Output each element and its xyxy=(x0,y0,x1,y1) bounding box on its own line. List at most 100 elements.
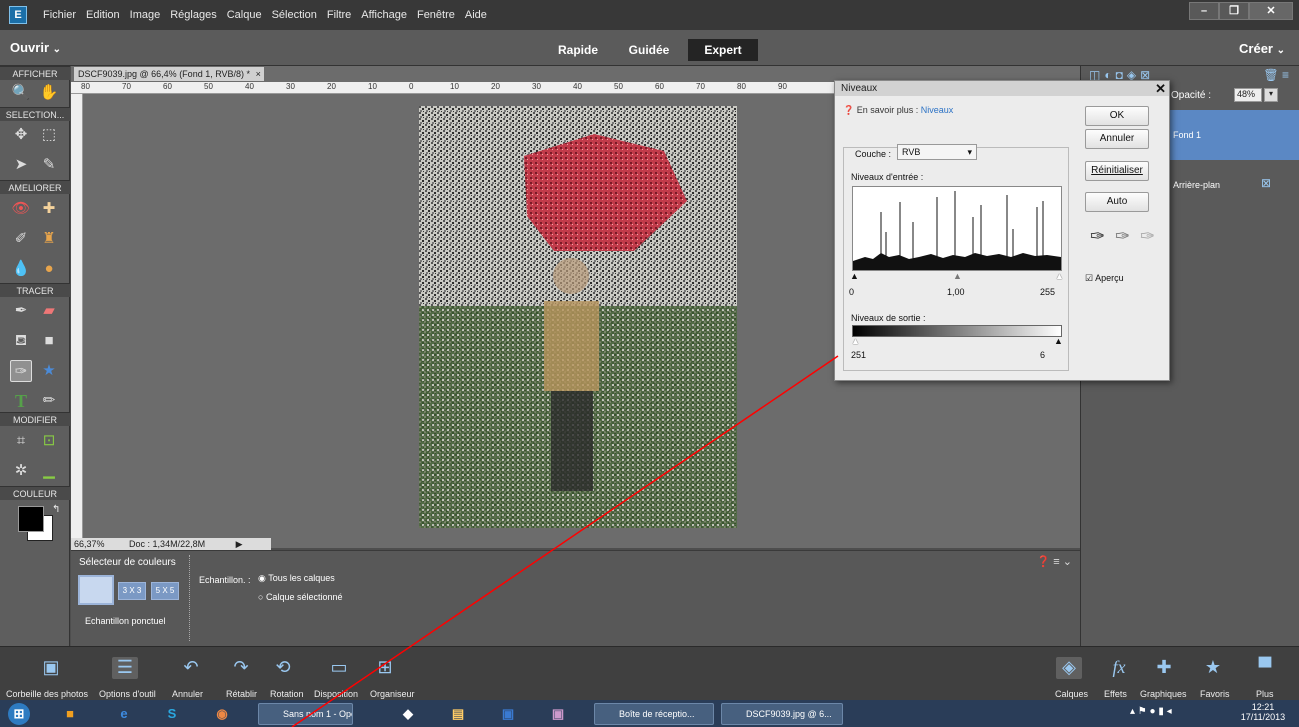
start-button-icon[interactable]: ⊞ xyxy=(8,703,30,725)
blur-tool-icon[interactable]: 💧 xyxy=(10,258,32,280)
cancel-button[interactable]: Annuler xyxy=(1085,129,1149,149)
clock[interactable]: 12:21 17/11/2013 xyxy=(1233,702,1293,722)
gradient-tool-icon[interactable]: ■ xyxy=(38,330,60,352)
channel-select[interactable]: RVB ▾ xyxy=(897,144,977,160)
menu-fichier[interactable]: Fichier xyxy=(43,9,76,21)
pse-taskbar-icon[interactable]: ▣ xyxy=(496,703,520,725)
marquee-tool-icon[interactable]: ⬚ xyxy=(38,124,60,146)
recompose-tool-icon[interactable]: ⊡ xyxy=(38,430,60,452)
smart-brush-icon[interactable]: ✐ xyxy=(10,228,32,250)
organizer-label[interactable]: Organiseur xyxy=(370,689,415,699)
radio-selected-layer[interactable]: ○ Calque sélectionné xyxy=(258,592,343,602)
premiere-taskbar-icon[interactable]: ▣ xyxy=(546,703,570,725)
opacity-input[interactable]: 48% xyxy=(1234,88,1262,102)
tab-rapide[interactable]: Rapide xyxy=(548,39,608,61)
radio-all-layers[interactable]: ◉ Tous les calques xyxy=(258,573,335,584)
input-gray-slider[interactable]: ▲ xyxy=(953,271,962,281)
sample-5x5-button[interactable]: 5 X 5 xyxy=(151,582,179,600)
favorites-icon[interactable]: ★ xyxy=(1200,657,1226,679)
explorer-icon[interactable]: ▤ xyxy=(446,703,470,725)
preview-checkbox[interactable]: ☑ Aperçu xyxy=(1085,273,1124,284)
red-eye-icon[interactable]: 👁 xyxy=(10,198,32,220)
taskbar-app2-icon[interactable]: ◆ xyxy=(396,703,420,725)
taskbar-app1-icon[interactable]: ■ xyxy=(58,703,82,725)
redo-label[interactable]: Rétablir xyxy=(226,689,257,699)
effects-icon[interactable]: fx xyxy=(1106,657,1132,679)
input-mid-value[interactable]: 1,00 xyxy=(947,287,965,297)
photo-bin-icon[interactable]: ▣ xyxy=(38,657,64,679)
output-black-value[interactable]: 251 xyxy=(851,350,866,360)
tray-icons[interactable]: ▴ ⚑ ● ▮ ◂ xyxy=(1130,706,1172,717)
hand-tool-icon[interactable]: ✋ xyxy=(38,82,60,104)
zoom-tool-icon[interactable]: 🔍 xyxy=(10,82,32,104)
layout-label[interactable]: Disposition xyxy=(314,689,358,699)
auto-button[interactable]: Auto xyxy=(1085,192,1149,212)
menu-calque[interactable]: Calque xyxy=(227,9,262,21)
menu-fenetre[interactable]: Fenêtre xyxy=(417,9,455,21)
paint-bucket-icon[interactable]: ⛾ xyxy=(10,330,32,352)
gray-eyedropper-icon[interactable]: ✑ xyxy=(1115,226,1130,247)
content-aware-move-icon[interactable]: ✲ xyxy=(10,460,32,482)
undo-label[interactable]: Annuler xyxy=(172,689,203,699)
menu-selection[interactable]: Sélection xyxy=(272,9,317,21)
photo-bin-label[interactable]: Corbeille des photos xyxy=(6,689,88,699)
black-eyedropper-icon[interactable]: ✑ xyxy=(1090,226,1105,247)
close-document-icon[interactable]: × xyxy=(256,69,261,79)
input-white-slider[interactable]: ▲ xyxy=(1055,271,1064,281)
tab-expert[interactable]: Expert xyxy=(688,39,758,61)
ok-button[interactable]: OK xyxy=(1085,106,1149,126)
tool-options-icon[interactable]: ☰ xyxy=(112,657,138,679)
dialog-close-icon[interactable]: ✕ xyxy=(1155,81,1166,97)
zoom-value[interactable]: 66,37% xyxy=(74,539,105,549)
layout-icon[interactable]: ▭ xyxy=(326,657,352,679)
pencil-tool-icon[interactable]: ✏ xyxy=(38,390,60,412)
effects-label[interactable]: Effets xyxy=(1104,689,1127,699)
menu-edition[interactable]: Edition xyxy=(86,9,120,21)
restore-button[interactable]: ❐ xyxy=(1219,2,1249,20)
white-eyedropper-icon[interactable]: ✑ xyxy=(1140,226,1155,247)
output-white-slider[interactable]: ▲ xyxy=(1054,336,1063,346)
panel-help-icon[interactable]: ❓ ≡ ⌄ xyxy=(1037,555,1072,568)
menu-reglages[interactable]: Réglages xyxy=(170,9,216,21)
rotate-label[interactable]: Rotation xyxy=(270,689,304,699)
skype-icon[interactable]: S xyxy=(160,703,184,725)
redo-icon[interactable]: ↷ xyxy=(228,657,254,679)
undo-icon[interactable]: ↶ xyxy=(178,657,204,679)
text-tool-icon[interactable]: T xyxy=(10,390,32,412)
healing-brush-icon[interactable]: ✚ xyxy=(38,198,60,220)
eyedropper-tool-icon[interactable]: ✑ xyxy=(10,360,32,382)
graphics-label[interactable]: Graphiques xyxy=(1140,689,1187,699)
swap-colors-icon[interactable]: ↰ xyxy=(52,504,60,515)
document-tab[interactable]: DSCF9039.jpg @ 66,4% (Fond 1, RVB/8) * × xyxy=(74,67,264,81)
graphics-icon[interactable]: ✚ xyxy=(1151,657,1177,679)
more-label[interactable]: Plus xyxy=(1256,689,1274,699)
trash-icon[interactable]: 🗑 ≡ xyxy=(1263,68,1289,82)
menu-filtre[interactable]: Filtre xyxy=(327,9,351,21)
taskbar-chrome[interactable]: Boîte de réceptio... xyxy=(594,703,714,725)
rotate-icon[interactable]: ⟲ xyxy=(270,657,296,679)
ie-icon[interactable]: e xyxy=(112,703,136,725)
sample-3x3-button[interactable]: 3 X 3 xyxy=(118,582,146,600)
tab-guidee[interactable]: Guidée xyxy=(618,39,680,61)
more-icon[interactable]: ▀ xyxy=(1252,657,1278,679)
move-tool-icon[interactable]: ✥ xyxy=(10,124,32,146)
input-black-value[interactable]: 0 xyxy=(849,287,854,297)
taskbar-pse-document[interactable]: DSCF9039.jpg @ 6... xyxy=(721,703,843,725)
menu-aide[interactable]: Aide xyxy=(465,9,487,21)
output-black-slider[interactable]: ▲ xyxy=(851,336,860,346)
eraser-tool-icon[interactable]: ▰ xyxy=(38,300,60,322)
menu-image[interactable]: Image xyxy=(130,9,161,21)
chrome-pinned-icon[interactable]: ◉ xyxy=(210,703,234,725)
sponge-tool-icon[interactable]: ● xyxy=(38,258,60,280)
learn-more-link[interactable]: Niveaux xyxy=(921,105,954,115)
open-button[interactable]: Ouvrir ⌄ xyxy=(10,40,61,55)
straighten-tool-icon[interactable]: ▁ xyxy=(38,460,60,482)
lasso-tool-icon[interactable]: ➤ xyxy=(10,154,32,176)
brush-tool-icon[interactable]: ✒ xyxy=(10,300,32,322)
create-button[interactable]: Créer ⌄ xyxy=(1239,41,1285,56)
sample-point-button[interactable] xyxy=(78,575,114,605)
crop-tool-icon[interactable]: ⌗ xyxy=(10,430,32,452)
menu-affichage[interactable]: Affichage xyxy=(361,9,407,21)
favorites-label[interactable]: Favoris xyxy=(1200,689,1230,699)
organizer-icon[interactable]: ⊞ xyxy=(372,657,398,679)
